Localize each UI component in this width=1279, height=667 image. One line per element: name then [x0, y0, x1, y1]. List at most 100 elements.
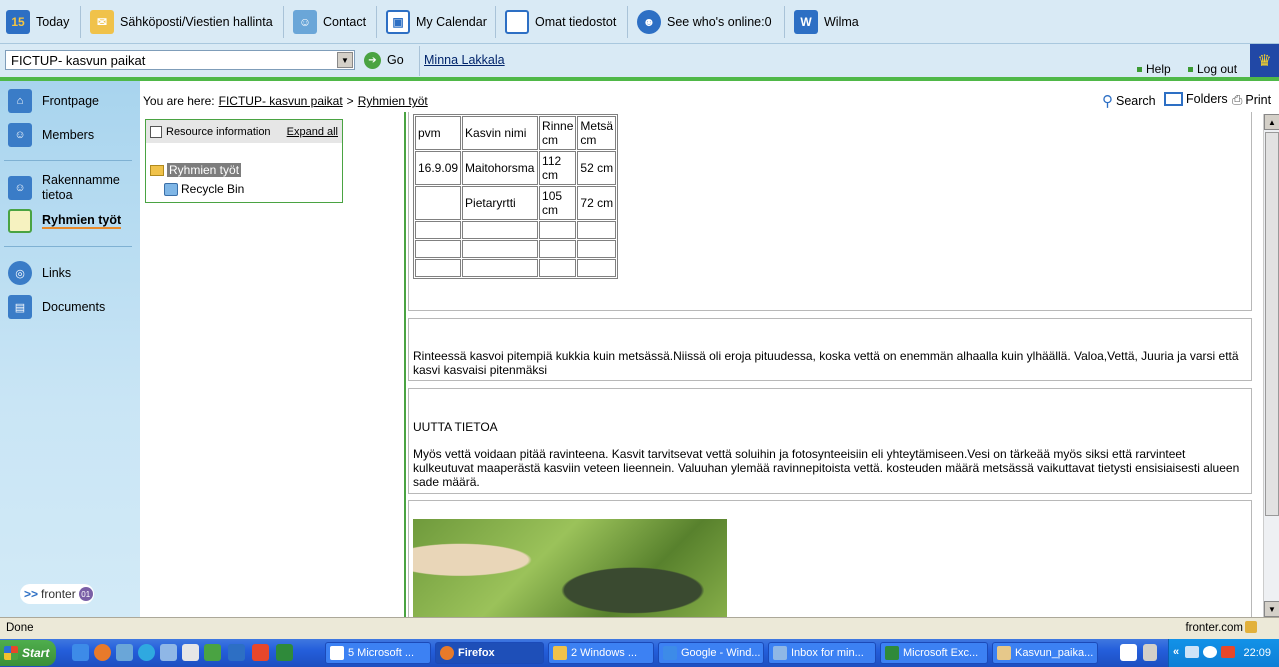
quicklaunch-icon[interactable]	[160, 644, 177, 661]
logout-link[interactable]: Log out	[1188, 62, 1237, 76]
vertical-scrollbar[interactable]: ▲ ▼	[1263, 114, 1279, 617]
calendar-button[interactable]: ▣ My Calendar	[386, 6, 487, 38]
my-files-button[interactable]: Omat tiedostot	[505, 6, 616, 38]
task-button-windows[interactable]: 2 Windows ...	[548, 642, 654, 664]
header-divider	[0, 77, 1279, 81]
tree-node-recycle-bin[interactable]: Recycle Bin	[164, 182, 244, 196]
breadcrumb-link-folder[interactable]: Ryhmien työt	[358, 94, 428, 108]
sidebar-item-rakennamme-tietoa[interactable]: ☺ Rakennamme tietoa	[8, 173, 132, 203]
bullet-icon	[1188, 66, 1193, 72]
excel-icon	[885, 646, 899, 660]
mail-button[interactable]: ✉ Sähköposti/Viestien hallinta	[90, 6, 273, 38]
table-row-empty	[415, 221, 617, 239]
word-icon	[330, 646, 344, 660]
start-button[interactable]: Start	[0, 640, 56, 666]
content-divider	[404, 112, 406, 617]
word-icon[interactable]	[228, 644, 245, 661]
today-button[interactable]: 15 Today	[6, 6, 69, 38]
globe-icon: ◎	[8, 261, 32, 285]
antivirus-icon[interactable]	[1221, 646, 1235, 658]
chevron-left-icon[interactable]: «	[1173, 646, 1179, 658]
folder-open-icon	[150, 164, 164, 176]
printer-icon: ⎙	[1232, 92, 1243, 107]
clock: 22:09	[1243, 647, 1271, 659]
resource-info-checkbox[interactable]	[150, 125, 162, 138]
recycle-bin-icon	[164, 182, 178, 196]
breadcrumb: You are here: FICTUP- kasvun paikat > Ry…	[143, 94, 428, 108]
go-button[interactable]: ➔ Go	[360, 48, 418, 72]
smiley-icon: ☻	[637, 10, 661, 34]
folder-icon	[553, 646, 567, 660]
sidebar-item-ryhmien-tyot[interactable]: Ryhmien työt	[8, 209, 122, 233]
window-icon[interactable]	[1143, 644, 1157, 661]
sidebar-item-members[interactable]: ☺ Members	[8, 123, 94, 147]
sidebar-item-frontpage[interactable]: ⌂ Frontpage	[8, 89, 99, 113]
excel-icon[interactable]	[276, 644, 293, 661]
task-button-kasvun[interactable]: Kasvun_paika...	[992, 642, 1098, 664]
text-block-2: UUTTA TIETOA Myös vettä voidaan pitää ra…	[408, 388, 1252, 494]
double-chevron-icon: >>	[24, 587, 39, 601]
bullet-icon	[1137, 66, 1142, 72]
print-button[interactable]: ⎙ Print	[1232, 92, 1271, 108]
firefox-icon[interactable]	[94, 644, 111, 661]
table-row: Pietaryrtti 105 cm 72 cm	[415, 186, 617, 220]
quicklaunch-icon[interactable]	[116, 644, 133, 661]
windows-logo-icon	[4, 646, 18, 660]
contact-button[interactable]: ☺ Contact	[293, 6, 366, 38]
observation-text: Rinteessä kasvoi pitempiä kukkia kuin me…	[413, 349, 1239, 377]
tree-header: Resource information Expand all	[146, 120, 342, 143]
task-button-firefox[interactable]: Firefox	[435, 642, 544, 664]
sidebar-item-documents[interactable]: ▤ Documents	[8, 295, 105, 319]
section-title: UUTTA TIETOA	[413, 420, 498, 434]
envelope-icon: ✉	[90, 10, 114, 34]
folders-button[interactable]: Folders	[1164, 92, 1228, 106]
folder-icon	[1164, 92, 1183, 106]
system-tray: « 22:09	[1168, 639, 1279, 667]
ie-icon[interactable]	[72, 644, 89, 661]
task-button-excel[interactable]: Microsoft Exc...	[880, 642, 988, 664]
search-button[interactable]: ⚲ Search	[1102, 92, 1156, 110]
table-row-empty	[415, 240, 617, 258]
table-row: 16.9.09 Maitohorsma 112 cm 52 cm	[415, 151, 617, 185]
calendar-icon: ▣	[386, 10, 410, 34]
scroll-up-icon[interactable]: ▲	[1264, 114, 1279, 130]
sidebar-item-links[interactable]: ◎ Links	[8, 261, 71, 285]
group-icon: ☺	[8, 176, 32, 200]
security-icon[interactable]	[1203, 646, 1217, 658]
windows-taskbar: Start 5 Microsoft ... Firefox 2 Windows …	[0, 639, 1279, 667]
text-block-1: Rinteessä kasvoi pitempiä kukkia kuin me…	[408, 318, 1252, 381]
room-select[interactable]: FICTUP- kasvun paikat ▼	[5, 50, 355, 70]
table-header-row: pvm Kasvin nimi Rinne cm Metsä cm	[415, 116, 617, 150]
frontpage-icon: ⌂	[8, 89, 32, 113]
wilma-button[interactable]: W Wilma	[794, 6, 859, 38]
folder-icon	[8, 209, 32, 233]
lock-icon	[1245, 621, 1257, 633]
contacts-icon: ☺	[293, 10, 317, 34]
user-name-link[interactable]: Minna Lakkala	[424, 53, 505, 67]
task-button-google[interactable]: Google - Wind...	[658, 642, 764, 664]
children-outdoors-photo	[413, 519, 727, 621]
online-users-button[interactable]: ☻ See who's online:0	[637, 6, 772, 38]
calendar-day-icon: 15	[6, 10, 30, 34]
quicklaunch-icon[interactable]	[204, 644, 221, 661]
breadcrumb-link-room[interactable]: FICTUP- kasvun paikat	[219, 94, 343, 108]
tree-node-root[interactable]: Ryhmien työt	[150, 163, 242, 177]
task-button-inbox[interactable]: Inbox for min...	[768, 642, 876, 664]
top-toolbar: 15 Today ✉ Sähköposti/Viestien hallinta …	[0, 0, 1279, 44]
chevron-down-icon[interactable]: ▼	[337, 52, 353, 68]
wilma-icon: W	[794, 10, 818, 34]
help-icon[interactable]	[1120, 644, 1137, 661]
left-navigation: ⌂ Frontpage ☺ Members ☺ Rakennamme tieto…	[0, 81, 140, 617]
section-text: Myös vettä voidaan pitää ravinteena. Kas…	[413, 447, 1240, 489]
quicklaunch-icon[interactable]	[252, 644, 269, 661]
firefox-icon	[440, 646, 454, 660]
quicklaunch-icon[interactable]	[182, 644, 199, 661]
expand-all-link[interactable]: Expand all	[287, 126, 338, 138]
scroll-down-icon[interactable]: ▼	[1264, 601, 1279, 617]
task-button-word[interactable]: 5 Microsoft ...	[325, 642, 431, 664]
skype-icon[interactable]	[138, 644, 155, 661]
help-link[interactable]: Help	[1137, 62, 1171, 76]
search-icon: ⚲	[1102, 93, 1113, 110]
network-icon[interactable]	[1185, 646, 1199, 658]
scrollbar-thumb[interactable]	[1265, 132, 1279, 516]
